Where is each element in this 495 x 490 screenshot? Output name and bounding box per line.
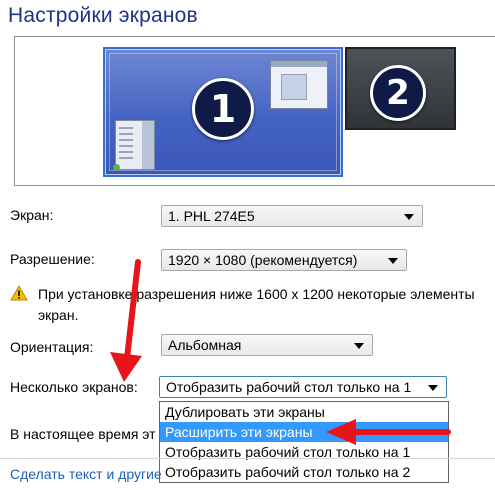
multiple-displays-label: Несколько экранов: xyxy=(10,379,138,395)
monitor-1-number: 1 xyxy=(192,78,254,140)
start-orb-icon xyxy=(113,164,120,171)
orientation-select[interactable]: Альбомная xyxy=(161,334,373,356)
window-titlebar xyxy=(271,61,327,67)
resolution-select[interactable]: 1920 × 1080 (рекомендуется) xyxy=(161,249,407,271)
current-note-text: В настоящее время эт xyxy=(10,426,156,442)
warning-icon xyxy=(10,285,28,301)
menu-line xyxy=(119,151,133,153)
chevron-down-icon xyxy=(354,343,364,349)
divider xyxy=(0,458,495,459)
option-show-only-2[interactable]: Отобразить рабочий стол только на 2 xyxy=(160,462,448,482)
chevron-down-icon xyxy=(388,258,398,264)
screen-select[interactable]: 1. PHL 274E5 xyxy=(161,205,423,227)
menu-line xyxy=(119,127,133,129)
menu-right-pane xyxy=(142,121,154,169)
screen-select-value: 1. PHL 274E5 xyxy=(168,208,255,224)
option-duplicate[interactable]: Дублировать эти экраны xyxy=(160,402,448,422)
window-pane xyxy=(281,74,307,100)
menu-line xyxy=(119,145,133,147)
orientation-label: Ориентация: xyxy=(10,339,94,355)
resolution-label: Разрешение: xyxy=(10,251,95,267)
multiple-displays-select-value: Отобразить рабочий стол только на 1 xyxy=(166,379,412,395)
warning-text: При установке разрешения ниже 1600 х 120… xyxy=(38,286,475,323)
monitor-2-number: 2 xyxy=(370,65,426,121)
resolution-select-value: 1920 × 1080 (рекомендуется) xyxy=(168,252,358,268)
text-size-link[interactable]: Сделать текст и другие xyxy=(10,466,162,482)
menu-line xyxy=(119,133,133,135)
chevron-down-icon xyxy=(428,385,438,391)
menu-line xyxy=(119,157,133,159)
option-show-only-1[interactable]: Отобразить рабочий стол только на 1 xyxy=(160,442,448,462)
page-title: Настройки экранов xyxy=(8,4,198,27)
start-menu-icon xyxy=(115,120,155,170)
multiple-displays-select[interactable]: Отобразить рабочий стол только на 1 xyxy=(159,376,447,398)
menu-line xyxy=(119,139,133,141)
multiple-displays-dropdown: Дублировать эти экраны Расширить эти экр… xyxy=(159,401,449,483)
chevron-down-icon xyxy=(404,214,414,220)
window-thumbnail-icon xyxy=(270,60,328,109)
orientation-select-value: Альбомная xyxy=(168,337,242,353)
screen-label: Экран: xyxy=(10,207,54,223)
option-extend[interactable]: Расширить эти экраны xyxy=(160,422,448,442)
